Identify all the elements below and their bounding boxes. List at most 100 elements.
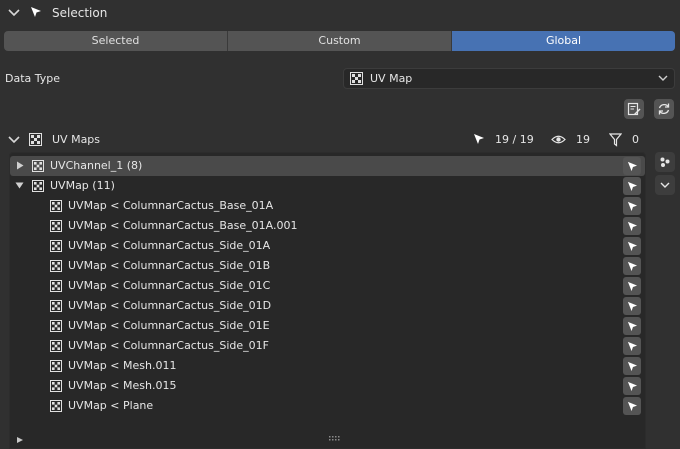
tree-item-label: UVMap < ColumnarCactus_Side_01C xyxy=(68,279,271,292)
tree-item-row[interactable]: UVMap < ColumnarCactus_Side_01C xyxy=(10,276,645,296)
select-item-button[interactable] xyxy=(623,317,641,335)
select-item-button[interactable] xyxy=(623,277,641,295)
select-cursor-icon xyxy=(627,361,637,371)
tree-item-row[interactable]: UVMap < ColumnarCactus_Side_01E xyxy=(10,316,645,336)
filter-icon xyxy=(609,133,622,147)
tree-item-row[interactable]: UVMap < ColumnarCactus_Side_01A xyxy=(10,236,645,256)
select-cursor-icon xyxy=(627,241,637,251)
eye-icon xyxy=(551,135,566,144)
selection-panel-header[interactable]: Selection xyxy=(0,0,680,26)
data-type-label: Data Type xyxy=(5,72,61,85)
resize-grip-icon[interactable] xyxy=(329,436,341,442)
uv-maps-header[interactable]: UV Maps 19 / 19 19 0 xyxy=(0,130,680,150)
select-item-button[interactable] xyxy=(623,217,641,235)
tree-item-row[interactable]: UVMap < ColumnarCactus_Side_01D xyxy=(10,296,645,316)
expanded-triangle-icon[interactable] xyxy=(15,181,24,190)
tree-item-label: UVChannel_1 (8) xyxy=(50,159,143,172)
edit-button[interactable] xyxy=(624,99,644,119)
select-cursor-icon xyxy=(627,181,637,191)
tree-item-label: UVMap (11) xyxy=(50,179,115,192)
chevron-down-icon xyxy=(658,75,668,81)
select-cursor-icon xyxy=(627,201,637,211)
tree-item-row[interactable]: UVMap < Plane xyxy=(10,396,645,416)
select-cursor-icon xyxy=(627,281,637,291)
scope-global-button[interactable]: Global xyxy=(452,31,675,51)
tree-group-row[interactable]: UVChannel_1 (8) xyxy=(10,156,645,176)
select-item-button[interactable] xyxy=(623,297,641,315)
uv-checker-icon xyxy=(50,240,62,252)
select-cursor-icon xyxy=(627,261,637,271)
panel-title: Selection xyxy=(52,6,108,20)
tree-item-label: UVMap < Mesh.011 xyxy=(68,359,177,372)
uv-checker-icon xyxy=(50,380,62,392)
expand-triangle-icon[interactable] xyxy=(16,436,24,444)
visible-count: 19 xyxy=(576,133,590,146)
uv-checker-icon xyxy=(50,320,62,332)
uv-checker-icon xyxy=(29,133,42,146)
select-item-button[interactable] xyxy=(623,337,641,355)
filtered-count: 0 xyxy=(632,133,639,146)
uv-checker-icon xyxy=(32,160,44,172)
uv-checker-icon xyxy=(50,360,62,372)
tree-group-row[interactable]: UVMap (11) xyxy=(10,176,645,196)
tree-item-row[interactable]: UVMap < Mesh.011 xyxy=(10,356,645,376)
select-item-button[interactable] xyxy=(623,197,641,215)
tree-item-row[interactable]: UVMap < ColumnarCactus_Base_01A.001 xyxy=(10,216,645,236)
scope-custom-button[interactable]: Custom xyxy=(228,31,452,51)
uv-checker-icon xyxy=(32,180,44,192)
select-cursor-icon xyxy=(627,161,637,171)
select-cursor-icon xyxy=(627,401,637,411)
tree-item-label: UVMap < Plane xyxy=(68,399,154,412)
tree-item-label: UVMap < ColumnarCactus_Side_01A xyxy=(68,239,271,252)
tree-item-label: UVMap < ColumnarCactus_Base_01A xyxy=(68,199,274,212)
select-item-button[interactable] xyxy=(623,397,641,415)
tree-item-label: UVMap < ColumnarCactus_Side_01D xyxy=(68,299,272,312)
uv-checker-icon xyxy=(50,200,62,212)
select-item-button[interactable] xyxy=(623,157,641,175)
options-button[interactable] xyxy=(655,152,675,172)
uv-checker-icon xyxy=(50,260,62,272)
select-cursor-icon xyxy=(627,301,637,311)
scope-selected-button[interactable]: Selected xyxy=(4,31,228,51)
refresh-icon xyxy=(658,103,670,115)
dots-icon xyxy=(660,157,670,167)
scope-segmented-control: Selected Custom Global xyxy=(4,31,675,51)
tree-item-label: UVMap < Mesh.015 xyxy=(68,379,177,392)
collapsed-triangle-icon[interactable] xyxy=(16,161,25,170)
select-item-button[interactable] xyxy=(623,237,641,255)
tree-item-row[interactable]: UVMap < ColumnarCactus_Side_01B xyxy=(10,256,645,276)
tree-item-label: UVMap < ColumnarCactus_Side_01F xyxy=(68,339,269,352)
tree-item-row[interactable]: UVMap < ColumnarCactus_Base_01A xyxy=(10,196,645,216)
tree-item-row[interactable]: UVMap < Mesh.015 xyxy=(10,376,645,396)
select-item-button[interactable] xyxy=(623,377,641,395)
select-cursor-icon xyxy=(627,381,637,391)
data-type-value: UV Map xyxy=(370,72,413,85)
chevron-down-icon[interactable] xyxy=(8,135,20,145)
select-cursor-icon xyxy=(627,221,637,231)
uv-maps-title: UV Maps xyxy=(52,133,101,146)
refresh-button[interactable] xyxy=(654,99,674,119)
select-item-button[interactable] xyxy=(623,177,641,195)
uv-map-tree-list[interactable]: UVChannel_1 (8) UVMap (11) UVMap < Columna… xyxy=(9,152,646,449)
chevron-down-icon xyxy=(660,182,670,188)
uv-checker-icon xyxy=(50,300,62,312)
edit-note-icon xyxy=(627,102,641,116)
uv-checker-icon xyxy=(50,340,62,352)
select-cursor-icon xyxy=(627,321,637,331)
select-cursor-icon xyxy=(627,341,637,351)
uv-checker-icon xyxy=(50,400,62,412)
select-item-button[interactable] xyxy=(623,357,641,375)
select-cursor-icon xyxy=(474,134,484,144)
uv-checker-icon xyxy=(350,72,363,85)
data-type-dropdown[interactable]: UV Map xyxy=(343,68,675,89)
uv-checker-icon xyxy=(50,220,62,232)
chevron-down-icon[interactable] xyxy=(8,8,20,18)
select-item-button[interactable] xyxy=(623,257,641,275)
selected-count: 19 / 19 xyxy=(495,133,534,146)
select-cursor-icon xyxy=(31,7,41,17)
tree-item-label: UVMap < ColumnarCactus_Side_01E xyxy=(68,319,270,332)
tree-item-row[interactable]: UVMap < ColumnarCactus_Side_01F xyxy=(10,336,645,356)
tree-item-label: UVMap < ColumnarCactus_Base_01A.001 xyxy=(68,219,298,232)
tree-item-label: UVMap < ColumnarCactus_Side_01B xyxy=(68,259,271,272)
dropdown-button[interactable] xyxy=(655,175,675,195)
